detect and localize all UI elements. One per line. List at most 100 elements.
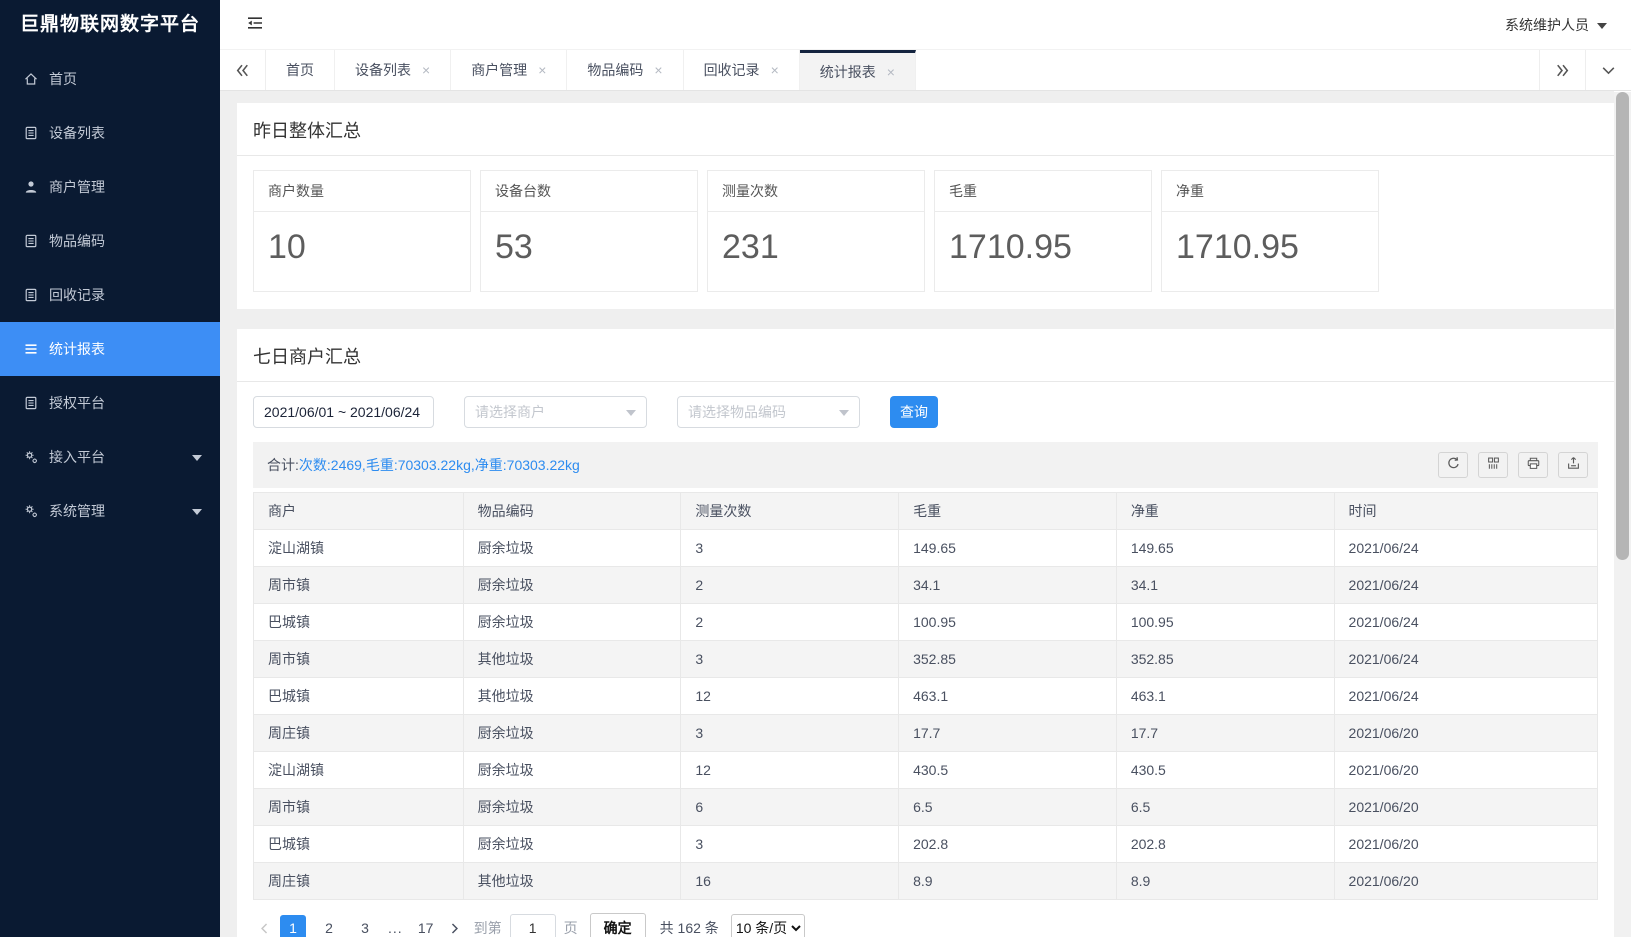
confirm-button[interactable]: 确定 [590, 913, 646, 937]
sidebar-item-device-list[interactable]: 设备列表 [0, 106, 220, 160]
close-icon[interactable]: × [654, 63, 662, 77]
stat-label: 测量次数 [708, 171, 924, 212]
tab-item-code[interactable]: 物品编码 × [567, 50, 683, 90]
table-cell: 厨余垃圾 [463, 826, 681, 863]
prev-page-button[interactable] [253, 922, 275, 935]
tabs-scroll-right-button[interactable] [1539, 50, 1585, 90]
page-unit-label: 页 [564, 918, 578, 937]
column-header: 测量次数 [681, 493, 899, 530]
close-icon[interactable]: × [887, 65, 895, 79]
refresh-button[interactable] [1438, 452, 1468, 478]
sidebar-item-label: 商户管理 [49, 177, 105, 197]
goto-page-input[interactable] [510, 914, 556, 937]
table-cell: 2021/06/20 [1334, 715, 1597, 752]
table-cell: 16 [681, 863, 899, 900]
tab-home[interactable]: 首页 [266, 50, 335, 90]
tab-recycle-records[interactable]: 回收记录× [684, 50, 800, 90]
tab-device-list[interactable]: 设备列表× [335, 50, 451, 90]
close-icon[interactable]: × [422, 63, 430, 77]
page-list: 123...17 [275, 915, 444, 937]
tab-merchant-mgmt[interactable]: 商户管理× [451, 50, 567, 90]
page-button[interactable]: 17 [413, 915, 439, 937]
table-cell: 2021/06/24 [1334, 530, 1597, 567]
table-cell: 3 [681, 826, 899, 863]
stat-card-gross-weight: 毛重1710.95 [934, 170, 1152, 292]
table-cell: 3 [681, 715, 899, 752]
table-cell: 12 [681, 752, 899, 789]
stat-label: 毛重 [935, 171, 1151, 212]
table-cell: 2021/06/20 [1334, 863, 1597, 900]
table-cell: 8.9 [1116, 863, 1334, 900]
next-page-button[interactable] [444, 922, 466, 935]
stat-card-device-count: 设备台数53 [480, 170, 698, 292]
stat-label: 商户数量 [254, 171, 470, 212]
merchant-report-card: 七日商户汇总 请选择商户 请选择物品编码 查询 [237, 329, 1614, 937]
page-button[interactable]: 2 [316, 915, 342, 937]
section-title-report: 七日商户汇总 [237, 329, 1614, 382]
table-cell: 厨余垃圾 [463, 715, 681, 752]
sidebar-item-access-platform[interactable]: 接入平台 [0, 430, 220, 484]
user-menu[interactable]: 系统维护人员 [1505, 15, 1607, 35]
sidebar-item-auth-platform[interactable]: 授权平台 [0, 376, 220, 430]
filters-row: 请选择商户 请选择物品编码 查询 [253, 382, 1598, 442]
table-cell: 352.85 [1116, 641, 1334, 678]
table-cell: 463.1 [899, 678, 1117, 715]
collapse-sidebar-button[interactable] [246, 15, 264, 34]
sidebar: 巨鼎物联网数字平台 首页设备列表商户管理物品编码回收记录统计报表授权平台接入平台… [0, 0, 220, 937]
table-cell: 2021/06/20 [1334, 789, 1597, 826]
tabbar-spacer [916, 50, 1539, 90]
tab-stats-report[interactable]: 统计报表 × [800, 50, 916, 90]
vertical-scrollbar[interactable] [1614, 92, 1631, 937]
table-toolbar [1438, 452, 1588, 478]
table-cell: 2021/06/24 [1334, 641, 1597, 678]
export-button[interactable] [1558, 452, 1588, 478]
table-cell: 厨余垃圾 [463, 789, 681, 826]
sidebar-item-system-mgmt[interactable]: 系统管理 [0, 484, 220, 538]
table-cell: 12 [681, 678, 899, 715]
table-cell: 其他垃圾 [463, 641, 681, 678]
section-title-yesterday: 昨日整体汇总 [237, 103, 1614, 156]
chevron-down-icon [192, 455, 202, 466]
table-row: 巴城镇厨余垃圾2100.95100.952021/06/24 [254, 604, 1598, 641]
page-button[interactable]: 3 [352, 915, 378, 937]
page-button[interactable]: 1 [280, 915, 306, 937]
sidebar-item-label: 系统管理 [49, 501, 105, 521]
table-cell: 厨余垃圾 [463, 752, 681, 789]
table-cell: 430.5 [1116, 752, 1334, 789]
sidebar-item-label: 设备列表 [49, 123, 105, 143]
tab-label: 物品编码 [587, 60, 643, 80]
sidebar-menu: 首页设备列表商户管理物品编码回收记录统计报表授权平台接入平台系统管理 [0, 52, 220, 538]
merchant-select[interactable]: 请选择商户 [464, 396, 647, 428]
list-icon [22, 286, 40, 304]
sidebar-item-stats-report[interactable]: 统计报表 [0, 322, 220, 376]
table-cell: 34.1 [1116, 567, 1334, 604]
table-cell: 6 [681, 789, 899, 826]
sidebar-item-merchant-mgmt[interactable]: 商户管理 [0, 160, 220, 214]
summary-total: 合计:次数:2469,毛重:70303.22kg,净重:70303.22kg [267, 455, 580, 475]
table-cell: 淀山湖镇 [254, 752, 464, 789]
item-code-select[interactable]: 请选择物品编码 [677, 396, 860, 428]
scrollbar-thumb[interactable] [1616, 92, 1629, 560]
table-cell: 其他垃圾 [463, 678, 681, 715]
close-icon[interactable]: × [538, 63, 546, 77]
tabbar: 首页设备列表×商户管理×物品编码×回收记录×统计报表× [220, 50, 1631, 91]
stat-value: 53 [481, 212, 697, 291]
date-range-input[interactable] [253, 396, 434, 428]
tabs-scroll-left-button[interactable] [220, 50, 266, 90]
close-icon[interactable]: × [771, 63, 779, 77]
table-row: 巴城镇其他垃圾12463.1463.12021/06/24 [254, 678, 1598, 715]
table-cell: 2021/06/20 [1334, 826, 1597, 863]
search-button[interactable]: 查询 [890, 396, 938, 428]
sidebar-item-item-code[interactable]: 物品编码 [0, 214, 220, 268]
column-settings-button[interactable] [1478, 452, 1508, 478]
print-button[interactable] [1518, 452, 1548, 478]
tabs-menu-button[interactable] [1585, 50, 1631, 90]
content: 昨日整体汇总 商户数量10设备台数53测量次数231毛重1710.95净重171… [220, 91, 1614, 937]
user-name: 系统维护人员 [1505, 15, 1589, 35]
sidebar-item-recycle-records[interactable]: 回收记录 [0, 268, 220, 322]
tab-label: 统计报表 [820, 62, 876, 82]
sidebar-item-home[interactable]: 首页 [0, 52, 220, 106]
stat-value: 10 [254, 212, 470, 291]
page-size-select[interactable]: 10 条/页 [731, 914, 805, 937]
table-cell: 34.1 [899, 567, 1117, 604]
